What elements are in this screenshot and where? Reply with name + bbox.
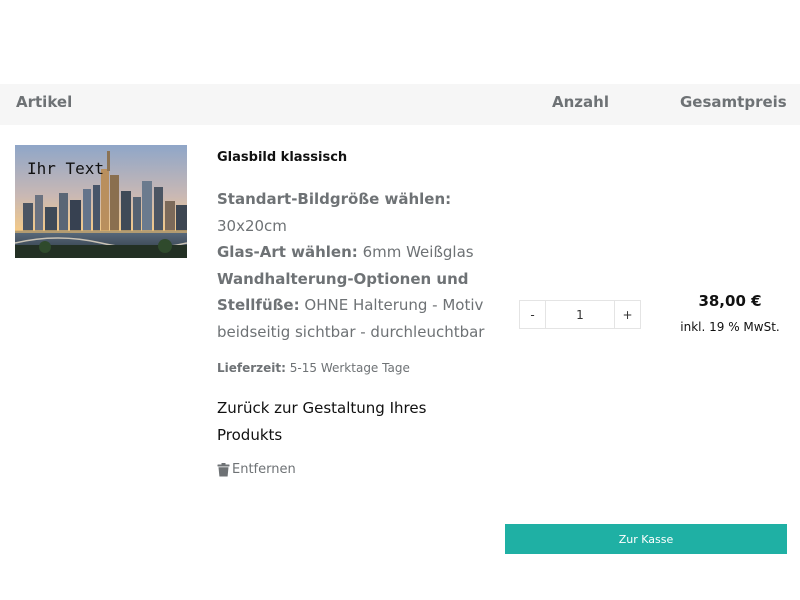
option-value: 6mm Weißglas bbox=[362, 243, 474, 261]
decrease-quantity-button[interactable]: - bbox=[520, 301, 546, 328]
header-article: Artikel bbox=[16, 93, 73, 111]
quantity-input[interactable] bbox=[546, 301, 614, 328]
remove-label: Entfernen bbox=[232, 462, 296, 477]
product-options: Standart-Bildgröße wählen: 30x20cm Glas-… bbox=[217, 186, 502, 345]
remove-item-link[interactable]: Entfernen bbox=[217, 462, 296, 477]
product-title: Glasbild klassisch bbox=[217, 150, 348, 165]
header-quantity: Anzahl bbox=[552, 93, 609, 111]
image-overlay-text: Ihr Text bbox=[27, 159, 105, 178]
option-label: Glas-Art wählen: bbox=[217, 243, 358, 261]
header-total-price: Gesamtpreis bbox=[680, 93, 787, 111]
delivery-label: Lieferzeit: bbox=[217, 361, 286, 375]
option-label: Standart-Bildgröße wählen: bbox=[217, 190, 452, 208]
cart-table-header: Artikel Anzahl Gesamtpreis bbox=[0, 84, 800, 125]
product-thumbnail[interactable]: Ihr Text bbox=[15, 145, 187, 258]
quantity-stepper: - + bbox=[519, 300, 641, 329]
increase-quantity-button[interactable]: + bbox=[614, 301, 640, 328]
item-total-price: 38,00 € bbox=[698, 292, 762, 310]
checkout-button[interactable]: Zur Kasse bbox=[505, 524, 787, 554]
vat-note: inkl. 19 % MwSt. bbox=[680, 320, 780, 334]
option-value: 30x20cm bbox=[217, 216, 287, 235]
trash-icon bbox=[217, 462, 230, 476]
back-to-design-link[interactable]: Zurück zur Gestaltung Ihres Produkts bbox=[217, 395, 467, 448]
delivery-time: Lieferzeit: 5-15 Werktage Tage bbox=[217, 361, 410, 375]
delivery-value: 5-15 Werktage Tage bbox=[289, 361, 410, 375]
